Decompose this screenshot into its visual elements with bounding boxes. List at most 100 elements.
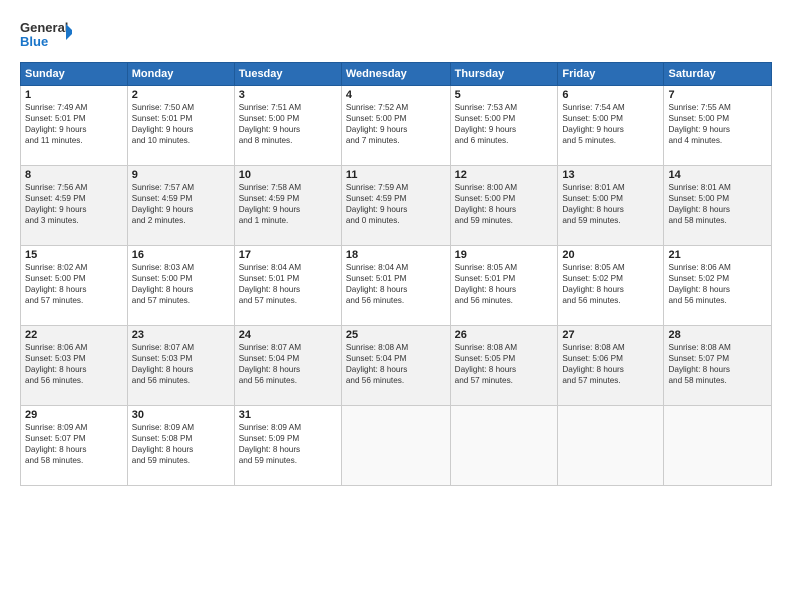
calendar-cell: 13Sunrise: 8:01 AM Sunset: 5:00 PM Dayli… (558, 166, 664, 246)
svg-text:Blue: Blue (20, 34, 48, 49)
calendar-cell (341, 406, 450, 486)
calendar-cell: 5Sunrise: 7:53 AM Sunset: 5:00 PM Daylig… (450, 86, 558, 166)
calendar-cell (664, 406, 772, 486)
calendar-cell: 23Sunrise: 8:07 AM Sunset: 5:03 PM Dayli… (127, 326, 234, 406)
calendar-header-tuesday: Tuesday (234, 63, 341, 86)
calendar-cell (450, 406, 558, 486)
calendar-cell: 26Sunrise: 8:08 AM Sunset: 5:05 PM Dayli… (450, 326, 558, 406)
day-number: 8 (25, 169, 123, 181)
day-info: Sunrise: 8:01 AM Sunset: 5:00 PM Dayligh… (668, 182, 767, 226)
calendar-cell: 27Sunrise: 8:08 AM Sunset: 5:06 PM Dayli… (558, 326, 664, 406)
calendar-cell: 20Sunrise: 8:05 AM Sunset: 5:02 PM Dayli… (558, 246, 664, 326)
calendar-header-sunday: Sunday (21, 63, 128, 86)
day-info: Sunrise: 7:59 AM Sunset: 4:59 PM Dayligh… (346, 182, 446, 226)
day-info: Sunrise: 8:09 AM Sunset: 5:09 PM Dayligh… (239, 422, 337, 466)
calendar-cell: 28Sunrise: 8:08 AM Sunset: 5:07 PM Dayli… (664, 326, 772, 406)
calendar-week-row: 22Sunrise: 8:06 AM Sunset: 5:03 PM Dayli… (21, 326, 772, 406)
day-info: Sunrise: 8:06 AM Sunset: 5:02 PM Dayligh… (668, 262, 767, 306)
day-info: Sunrise: 7:58 AM Sunset: 4:59 PM Dayligh… (239, 182, 337, 226)
calendar-header-row: SundayMondayTuesdayWednesdayThursdayFrid… (21, 63, 772, 86)
calendar-week-row: 8Sunrise: 7:56 AM Sunset: 4:59 PM Daylig… (21, 166, 772, 246)
calendar-cell: 3Sunrise: 7:51 AM Sunset: 5:00 PM Daylig… (234, 86, 341, 166)
logo-svg: General Blue (20, 16, 72, 54)
day-info: Sunrise: 8:07 AM Sunset: 5:03 PM Dayligh… (132, 342, 230, 386)
logo: General Blue (20, 16, 72, 54)
day-number: 20 (562, 249, 659, 261)
calendar-week-row: 29Sunrise: 8:09 AM Sunset: 5:07 PM Dayli… (21, 406, 772, 486)
day-info: Sunrise: 7:53 AM Sunset: 5:00 PM Dayligh… (455, 102, 554, 146)
day-number: 19 (455, 249, 554, 261)
day-number: 16 (132, 249, 230, 261)
day-number: 9 (132, 169, 230, 181)
day-number: 17 (239, 249, 337, 261)
day-info: Sunrise: 8:02 AM Sunset: 5:00 PM Dayligh… (25, 262, 123, 306)
day-number: 28 (668, 329, 767, 341)
calendar-header-wednesday: Wednesday (341, 63, 450, 86)
day-info: Sunrise: 8:07 AM Sunset: 5:04 PM Dayligh… (239, 342, 337, 386)
day-number: 14 (668, 169, 767, 181)
calendar-week-row: 15Sunrise: 8:02 AM Sunset: 5:00 PM Dayli… (21, 246, 772, 326)
calendar-header-saturday: Saturday (664, 63, 772, 86)
day-number: 12 (455, 169, 554, 181)
calendar-cell: 19Sunrise: 8:05 AM Sunset: 5:01 PM Dayli… (450, 246, 558, 326)
calendar-week-row: 1Sunrise: 7:49 AM Sunset: 5:01 PM Daylig… (21, 86, 772, 166)
day-info: Sunrise: 8:03 AM Sunset: 5:00 PM Dayligh… (132, 262, 230, 306)
day-info: Sunrise: 8:09 AM Sunset: 5:08 PM Dayligh… (132, 422, 230, 466)
day-number: 23 (132, 329, 230, 341)
calendar-cell: 15Sunrise: 8:02 AM Sunset: 5:00 PM Dayli… (21, 246, 128, 326)
calendar-cell: 22Sunrise: 8:06 AM Sunset: 5:03 PM Dayli… (21, 326, 128, 406)
header: General Blue (20, 16, 772, 54)
day-info: Sunrise: 8:04 AM Sunset: 5:01 PM Dayligh… (346, 262, 446, 306)
day-info: Sunrise: 8:01 AM Sunset: 5:00 PM Dayligh… (562, 182, 659, 226)
day-number: 24 (239, 329, 337, 341)
calendar-cell: 18Sunrise: 8:04 AM Sunset: 5:01 PM Dayli… (341, 246, 450, 326)
calendar-cell: 10Sunrise: 7:58 AM Sunset: 4:59 PM Dayli… (234, 166, 341, 246)
day-info: Sunrise: 7:50 AM Sunset: 5:01 PM Dayligh… (132, 102, 230, 146)
day-info: Sunrise: 8:00 AM Sunset: 5:00 PM Dayligh… (455, 182, 554, 226)
day-number: 25 (346, 329, 446, 341)
day-info: Sunrise: 8:08 AM Sunset: 5:04 PM Dayligh… (346, 342, 446, 386)
calendar-cell: 1Sunrise: 7:49 AM Sunset: 5:01 PM Daylig… (21, 86, 128, 166)
calendar-cell: 12Sunrise: 8:00 AM Sunset: 5:00 PM Dayli… (450, 166, 558, 246)
day-info: Sunrise: 8:05 AM Sunset: 5:01 PM Dayligh… (455, 262, 554, 306)
day-number: 30 (132, 409, 230, 421)
calendar-cell: 2Sunrise: 7:50 AM Sunset: 5:01 PM Daylig… (127, 86, 234, 166)
day-info: Sunrise: 7:49 AM Sunset: 5:01 PM Dayligh… (25, 102, 123, 146)
page: General Blue SundayMondayTuesdayWednesda… (0, 0, 792, 612)
day-info: Sunrise: 8:05 AM Sunset: 5:02 PM Dayligh… (562, 262, 659, 306)
day-number: 5 (455, 89, 554, 101)
calendar-cell: 17Sunrise: 8:04 AM Sunset: 5:01 PM Dayli… (234, 246, 341, 326)
day-number: 10 (239, 169, 337, 181)
day-info: Sunrise: 7:56 AM Sunset: 4:59 PM Dayligh… (25, 182, 123, 226)
calendar-cell: 6Sunrise: 7:54 AM Sunset: 5:00 PM Daylig… (558, 86, 664, 166)
day-info: Sunrise: 7:54 AM Sunset: 5:00 PM Dayligh… (562, 102, 659, 146)
calendar-cell: 30Sunrise: 8:09 AM Sunset: 5:08 PM Dayli… (127, 406, 234, 486)
calendar-cell: 16Sunrise: 8:03 AM Sunset: 5:00 PM Dayli… (127, 246, 234, 326)
day-info: Sunrise: 8:08 AM Sunset: 5:05 PM Dayligh… (455, 342, 554, 386)
day-info: Sunrise: 8:08 AM Sunset: 5:07 PM Dayligh… (668, 342, 767, 386)
calendar-cell: 25Sunrise: 8:08 AM Sunset: 5:04 PM Dayli… (341, 326, 450, 406)
day-number: 18 (346, 249, 446, 261)
calendar-cell: 11Sunrise: 7:59 AM Sunset: 4:59 PM Dayli… (341, 166, 450, 246)
day-number: 22 (25, 329, 123, 341)
svg-text:General: General (20, 20, 68, 35)
day-number: 15 (25, 249, 123, 261)
day-info: Sunrise: 8:04 AM Sunset: 5:01 PM Dayligh… (239, 262, 337, 306)
day-number: 2 (132, 89, 230, 101)
calendar-cell: 4Sunrise: 7:52 AM Sunset: 5:00 PM Daylig… (341, 86, 450, 166)
calendar-header-monday: Monday (127, 63, 234, 86)
calendar-cell: 29Sunrise: 8:09 AM Sunset: 5:07 PM Dayli… (21, 406, 128, 486)
calendar-table: SundayMondayTuesdayWednesdayThursdayFrid… (20, 62, 772, 486)
day-info: Sunrise: 8:09 AM Sunset: 5:07 PM Dayligh… (25, 422, 123, 466)
calendar-cell: 24Sunrise: 8:07 AM Sunset: 5:04 PM Dayli… (234, 326, 341, 406)
day-number: 4 (346, 89, 446, 101)
day-number: 31 (239, 409, 337, 421)
day-number: 29 (25, 409, 123, 421)
calendar-cell: 9Sunrise: 7:57 AM Sunset: 4:59 PM Daylig… (127, 166, 234, 246)
day-number: 27 (562, 329, 659, 341)
day-info: Sunrise: 8:08 AM Sunset: 5:06 PM Dayligh… (562, 342, 659, 386)
day-info: Sunrise: 7:57 AM Sunset: 4:59 PM Dayligh… (132, 182, 230, 226)
day-number: 13 (562, 169, 659, 181)
day-number: 3 (239, 89, 337, 101)
day-number: 26 (455, 329, 554, 341)
